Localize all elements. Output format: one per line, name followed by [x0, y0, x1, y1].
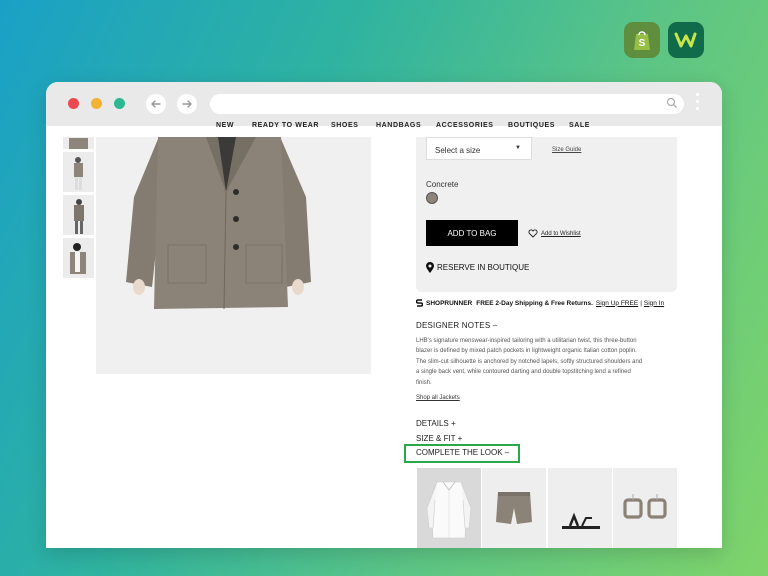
nav-item-ready-to-wear[interactable]: READY TO WEAR: [252, 122, 319, 130]
size-guide-link[interactable]: Size Guide: [552, 147, 581, 153]
shoprunner-separator: |: [640, 299, 642, 307]
look-item-sandals[interactable]: [548, 468, 612, 548]
shorts-image: [496, 492, 532, 524]
look-item-earrings[interactable]: [613, 468, 677, 548]
designer-notes-body: LHB's signature menswear-inspired tailor…: [416, 338, 643, 386]
color-swatch[interactable]: [426, 192, 438, 204]
reserve-label: RESERVE IN BOUTIQUE: [437, 263, 530, 272]
size-select-value: Select a size: [435, 146, 481, 155]
white-shirt-image: [426, 481, 472, 539]
earrings-image: [623, 494, 667, 519]
shop-all-jackets-link[interactable]: Shop all Jackets: [416, 395, 460, 401]
svg-text:S: S: [639, 38, 646, 49]
thumbnail-image[interactable]: [63, 137, 94, 149]
site-navigation: NEW READY TO WEAR SHOES HANDBAGS ACCESSO…: [46, 120, 722, 130]
size-select[interactable]: Select a size ▼: [426, 137, 532, 160]
shoprunner-signup-link[interactable]: Sign Up FREE: [596, 300, 638, 307]
maximize-window-button[interactable]: [114, 98, 125, 109]
details-toggle[interactable]: DETAILS +: [416, 419, 456, 428]
sandals-image: [562, 512, 600, 529]
nav-item-handbags[interactable]: HANDBAGS: [376, 122, 421, 130]
shoprunner-message: FREE 2-Day Shipping & Free Returns.: [476, 299, 593, 307]
designer-notes-toggle[interactable]: DESIGNER NOTES –: [416, 321, 497, 330]
address-bar[interactable]: [210, 94, 684, 114]
shoprunner-logo-icon: [416, 299, 423, 307]
back-button[interactable]: [146, 94, 166, 114]
shopify-bag-icon: S: [634, 31, 650, 50]
search-icon: [666, 97, 677, 108]
add-to-wishlist-link[interactable]: Add to Wishlist: [528, 229, 581, 238]
complete-the-look-toggle[interactable]: COMPLETE THE LOOK –: [416, 448, 509, 457]
arrow-left-icon: [151, 100, 161, 108]
w-app-logo: [668, 22, 704, 58]
location-pin-icon: [426, 262, 434, 273]
arrow-right-icon: [182, 100, 192, 108]
nav-item-boutiques[interactable]: BOUTIQUES: [508, 122, 555, 130]
w-letter-icon: [674, 32, 697, 48]
shoprunner-signin-link[interactable]: Sign In: [644, 300, 664, 307]
browser-menu-icon[interactable]: [696, 93, 699, 114]
blazer-image: [126, 137, 311, 310]
look-item-shorts[interactable]: [482, 468, 546, 548]
thumbnail-image[interactable]: [63, 152, 94, 192]
purchase-panel: Select a size ▼ Size Guide Concrete ADD …: [416, 137, 677, 292]
forward-button[interactable]: [177, 94, 197, 114]
wishlist-label: Add to Wishlist: [541, 230, 581, 237]
look-item-shirt[interactable]: [417, 468, 481, 548]
heart-icon: [528, 229, 538, 238]
nav-item-accessories[interactable]: ACCESSORIES: [436, 122, 494, 130]
add-to-bag-button[interactable]: ADD TO BAG: [426, 220, 518, 246]
reserve-in-boutique-link[interactable]: RESERVE IN BOUTIQUE: [426, 262, 529, 273]
minimize-window-button[interactable]: [91, 98, 102, 109]
shoprunner-banner: SHOPRUNNER FREE 2-Day Shipping & Free Re…: [416, 299, 686, 307]
nav-item-new[interactable]: NEW: [216, 122, 234, 130]
thumbnail-image[interactable]: [63, 238, 94, 278]
close-window-button[interactable]: [68, 98, 79, 109]
browser-window: NEW READY TO WEAR SHOES HANDBAGS ACCESSO…: [46, 82, 722, 548]
chevron-down-icon: ▼: [515, 145, 521, 151]
thumbnail-strip: [63, 137, 94, 281]
product-main-image[interactable]: [96, 137, 371, 374]
nav-item-sale[interactable]: SALE: [569, 122, 590, 130]
nav-item-shoes[interactable]: SHOES: [331, 122, 359, 130]
shopify-logo: S: [624, 22, 660, 58]
thumbnail-image[interactable]: [63, 195, 94, 235]
browser-toolbar: NEW READY TO WEAR SHOES HANDBAGS ACCESSO…: [46, 82, 722, 129]
size-fit-toggle[interactable]: SIZE & FIT +: [416, 434, 462, 443]
shoprunner-brand: SHOPRUNNER: [426, 299, 473, 307]
color-label: Concrete: [426, 180, 459, 189]
